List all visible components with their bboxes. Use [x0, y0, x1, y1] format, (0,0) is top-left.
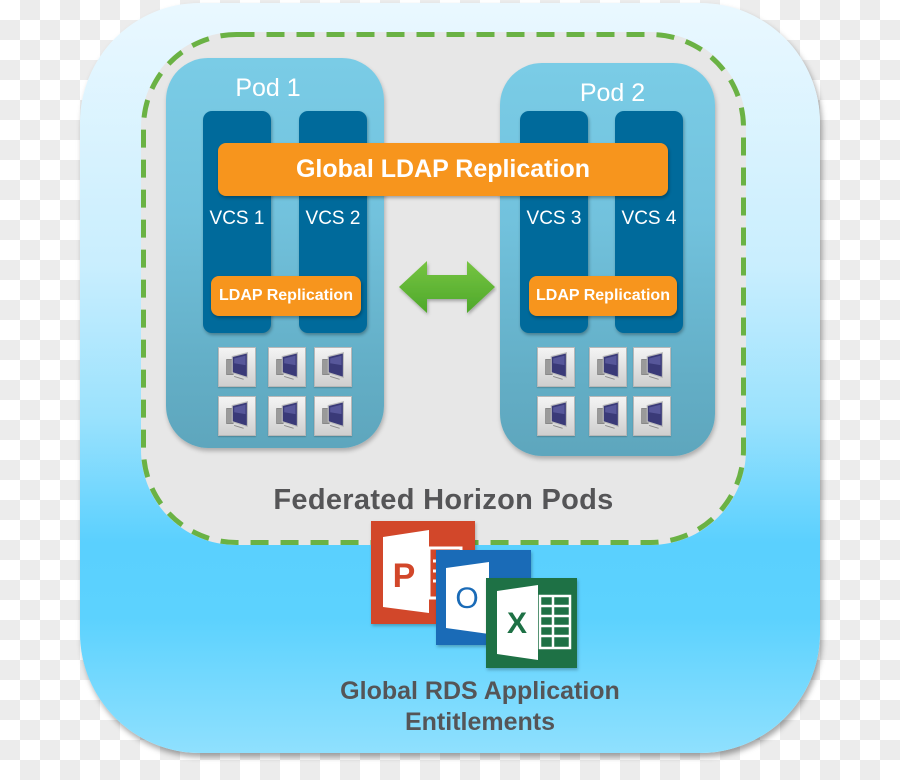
powerpoint-letter: P [393, 557, 416, 595]
outlook-letter: O [455, 582, 478, 615]
virtual-desktop-icon [268, 347, 306, 387]
excel-icon: X [486, 578, 577, 668]
bidirectional-arrow-icon [399, 261, 495, 313]
pod-2-ldap-replication-bar: LDAP Replication [529, 276, 677, 316]
vcs-label: VCS 1 [209, 208, 265, 229]
entitlements-label-line2: Entitlements [404, 708, 556, 736]
federation-label: Federated Horizon Pods [273, 484, 614, 516]
virtual-desktop-icon [537, 347, 575, 387]
virtual-desktop-icon [589, 347, 627, 387]
virtual-desktop-icon [633, 347, 671, 387]
entitlements-label-line1: Global RDS Application [340, 677, 620, 705]
virtual-desktop-icon [589, 396, 627, 436]
pod-title: Pod 2 [579, 79, 646, 107]
virtual-desktop-icon [314, 396, 352, 436]
virtual-desktop-icon [218, 396, 256, 436]
virtual-desktop-icon [268, 396, 306, 436]
excel-letter: X [507, 607, 527, 640]
pod-title: Pod 1 [235, 74, 301, 102]
vcs-label: VCS 4 [621, 208, 677, 229]
virtual-desktop-icon [218, 347, 256, 387]
virtual-desktop-icon [537, 396, 575, 436]
vcs-label: VCS 2 [305, 208, 361, 229]
vcs-label: VCS 3 [526, 208, 582, 229]
virtual-desktop-icon [633, 396, 671, 436]
global-ldap-replication-bar: Global LDAP Replication [218, 143, 668, 196]
pod-1-ldap-replication-bar: LDAP Replication [211, 276, 361, 316]
entitlements-label: Global RDS Application Entitlements [280, 676, 680, 738]
virtual-desktop-icon [314, 347, 352, 387]
